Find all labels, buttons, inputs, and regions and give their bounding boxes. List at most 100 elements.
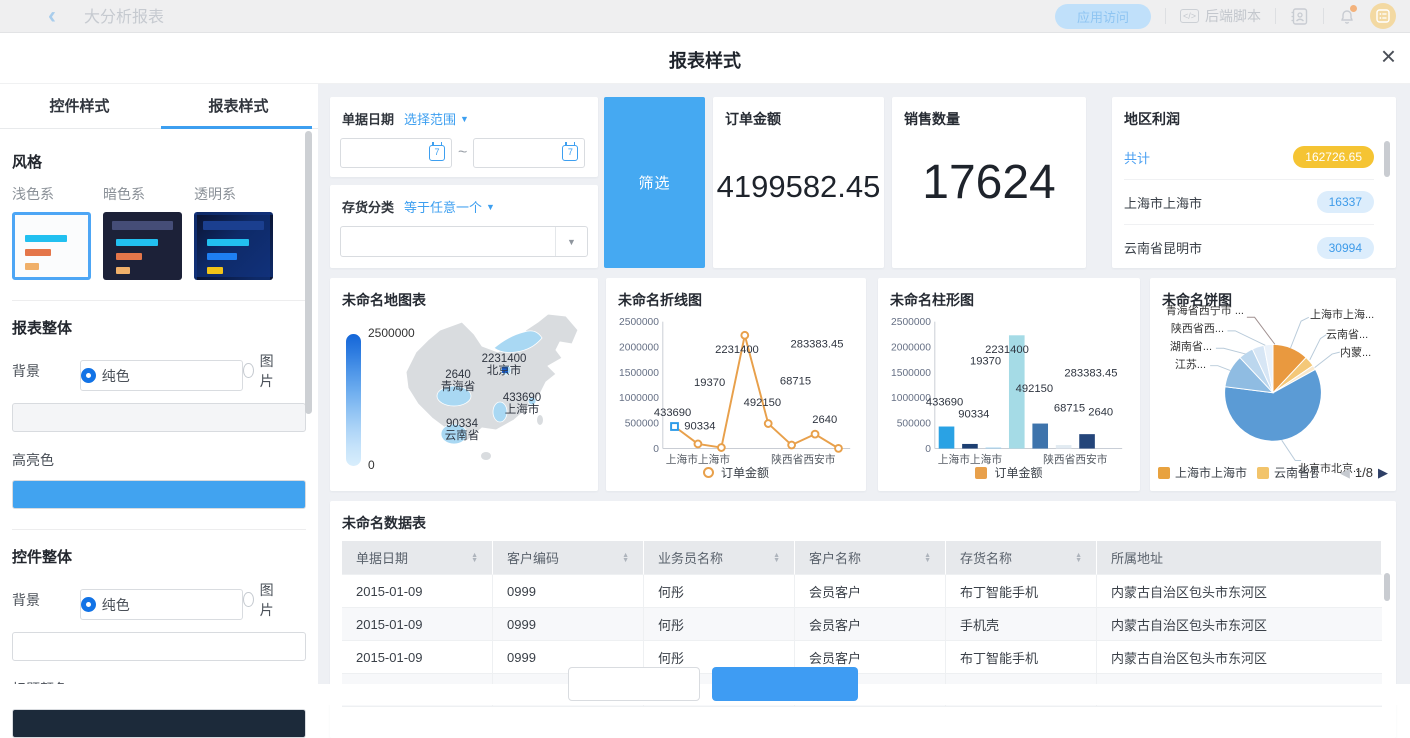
sort-icon[interactable]: ▲▼ bbox=[471, 553, 478, 563]
bar-chart[interactable]: 25000002000000150000010000005000000上海市上海… bbox=[884, 308, 1132, 470]
pie-chart-card: 未命名饼图 青海省西宁市 ... 陕西省西... 湖南省... 江苏... 上海… bbox=[1150, 278, 1396, 491]
legend-label[interactable]: 上海市上海市 bbox=[1175, 464, 1247, 481]
footer-cancel-button[interactable] bbox=[568, 667, 700, 701]
topbar: ‹ 大分析报表 应用访问 </> 后端脚本 bbox=[0, 0, 1410, 33]
legend-label[interactable]: 订单金额 bbox=[994, 464, 1042, 481]
back-icon[interactable]: ‹ bbox=[48, 4, 56, 28]
tab-widget-style[interactable]: 控件样式 bbox=[0, 84, 159, 128]
category-select[interactable]: ▼ bbox=[340, 226, 588, 257]
legend-swatch bbox=[1257, 467, 1269, 479]
svg-text:68715: 68715 bbox=[780, 376, 811, 388]
column-header[interactable]: 存货名称▲▼ bbox=[946, 541, 1097, 575]
report-bg-color-input[interactable] bbox=[12, 403, 306, 432]
tab-report-style[interactable]: 报表样式 bbox=[159, 84, 318, 128]
svg-text:492150: 492150 bbox=[1016, 383, 1053, 395]
region-profit-row[interactable]: 上海市上海市 16337 bbox=[1124, 180, 1374, 225]
region-value-badge: 16337 bbox=[1317, 191, 1374, 213]
region-profit-row[interactable]: 云南省昆明市30994 bbox=[1124, 225, 1374, 270]
svg-text:2500000: 2500000 bbox=[891, 317, 931, 328]
legend-marker bbox=[975, 467, 987, 479]
theme-light-preview[interactable] bbox=[12, 212, 91, 280]
region-list-scrollbar[interactable] bbox=[1384, 141, 1390, 177]
caret-down-icon: ▼ bbox=[486, 202, 495, 212]
sort-icon[interactable]: ▲▼ bbox=[1075, 553, 1082, 563]
pie-callout-yunnan: 云南省... bbox=[1326, 326, 1368, 342]
kpi-value: 4199582.45 bbox=[713, 169, 884, 205]
column-header[interactable]: 客户名称▲▼ bbox=[795, 541, 946, 575]
sort-icon[interactable]: ▲▼ bbox=[773, 553, 780, 563]
column-header[interactable]: 所属地址 bbox=[1097, 541, 1382, 575]
sort-icon[interactable]: ▲▼ bbox=[622, 553, 629, 563]
region-profit-row[interactable]: 共计 162726.65 bbox=[1124, 135, 1374, 180]
avatar[interactable] bbox=[1370, 3, 1396, 29]
highlight-color-input[interactable] bbox=[12, 480, 306, 509]
theme-transparent-preview[interactable] bbox=[194, 212, 273, 280]
svg-text:433690: 433690 bbox=[503, 392, 541, 404]
legend-label[interactable]: 云南省昆明市 bbox=[1274, 464, 1318, 481]
legend-prev-page-icon[interactable]: ◀ bbox=[1340, 465, 1350, 481]
divider bbox=[1165, 8, 1166, 24]
close-icon[interactable]: × bbox=[1381, 43, 1396, 69]
kpi-region-profit-card: 地区利润 共计162726.65上海市上海市16337云南省昆明市30994 bbox=[1112, 97, 1396, 268]
app-access-button[interactable]: 应用访问 bbox=[1055, 4, 1151, 29]
table-row[interactable]: 2015-01-090999何彤会员客户布丁智能手机内蒙古自治区包头市东河区 bbox=[342, 641, 1382, 674]
svg-text:2500000: 2500000 bbox=[619, 317, 659, 328]
date-to-input[interactable]: 7 bbox=[473, 138, 585, 168]
table-scrollbar[interactable] bbox=[1384, 573, 1390, 601]
report-style-modal: 报表样式 × 控件样式 报表样式 风格 浅色系 暗色系 透明系 报表整体 背景 bbox=[0, 33, 1410, 705]
sidebar-scrollbar[interactable] bbox=[305, 131, 312, 414]
backend-script-button[interactable]: </> 后端脚本 bbox=[1180, 6, 1261, 26]
title-color-input[interactable] bbox=[12, 709, 306, 738]
legend-marker bbox=[703, 467, 714, 478]
svg-text:500000: 500000 bbox=[625, 419, 659, 430]
contacts-icon[interactable] bbox=[1290, 7, 1309, 26]
legend-label[interactable]: 订单金额 bbox=[721, 464, 769, 481]
svg-text:90334: 90334 bbox=[958, 408, 989, 420]
report-bg-solid-radio[interactable]: 纯色 bbox=[80, 360, 243, 391]
svg-text:68715: 68715 bbox=[1054, 402, 1085, 414]
report-name-title: 大分析报表 bbox=[82, 0, 224, 34]
svg-text:2000000: 2000000 bbox=[619, 342, 659, 353]
region-value-badge: 162726.65 bbox=[1293, 146, 1374, 168]
notifications-button[interactable] bbox=[1338, 7, 1356, 25]
footer-confirm-button[interactable] bbox=[712, 667, 858, 701]
legend-next-page-icon[interactable]: ▶ bbox=[1378, 465, 1388, 481]
svg-text:90334: 90334 bbox=[684, 420, 715, 432]
svg-text:1000000: 1000000 bbox=[619, 393, 659, 404]
filter-submit-button[interactable]: 筛选 bbox=[604, 97, 705, 268]
region-name: 共计 bbox=[1124, 148, 1150, 167]
svg-text:90334: 90334 bbox=[446, 418, 479, 430]
date-from-input[interactable]: 7 bbox=[340, 138, 452, 168]
svg-text:北京市: 北京市 bbox=[487, 363, 522, 377]
theme-light-label: 浅色系 bbox=[12, 184, 103, 204]
category-operator-dropdown[interactable]: 等于任意一个▼ bbox=[404, 197, 495, 216]
modal-title: 报表样式 bbox=[0, 47, 1410, 73]
calendar-icon[interactable]: 7 bbox=[562, 145, 578, 161]
widget-bg-color-input[interactable] bbox=[12, 632, 306, 661]
widget-bg-solid-radio[interactable]: 纯色 bbox=[80, 589, 243, 620]
sort-icon[interactable]: ▲▼ bbox=[924, 553, 931, 563]
widget-bg-image-radio[interactable]: 图片 bbox=[243, 580, 278, 620]
modal-footer bbox=[0, 684, 1410, 705]
map-visual-legend[interactable] bbox=[346, 334, 361, 466]
svg-text:2231400: 2231400 bbox=[985, 344, 1029, 356]
column-header[interactable]: 业务员名称▲▼ bbox=[644, 541, 795, 575]
calendar-icon[interactable]: 7 bbox=[429, 145, 445, 161]
column-header[interactable]: 单据日期▲▼ bbox=[342, 541, 493, 575]
table-header-row: 单据日期▲▼客户编码▲▼业务员名称▲▼客户名称▲▼存货名称▲▼所属地址 bbox=[342, 541, 1382, 575]
divider bbox=[1323, 8, 1324, 24]
pie-callout-shanghai: 上海市上海... bbox=[1310, 306, 1374, 322]
date-range-operator-dropdown[interactable]: 选择范围▼ bbox=[404, 109, 469, 128]
column-header[interactable]: 客户编码▲▼ bbox=[493, 541, 644, 575]
line-chart[interactable]: 25000002000000150000010000005000000上海市上海… bbox=[612, 308, 860, 470]
table-cell: 会员客户 bbox=[795, 608, 946, 641]
table-row[interactable]: 2015-01-090999何彤会员客户布丁智能手机内蒙古自治区包头市东河区 bbox=[342, 575, 1382, 608]
caret-down-icon: ▼ bbox=[460, 114, 469, 124]
report-bg-image-radio[interactable]: 图片 bbox=[243, 351, 278, 391]
table-cell: 0999 bbox=[493, 575, 644, 608]
theme-dark-preview[interactable] bbox=[103, 212, 182, 280]
table-row[interactable]: 2015-01-090999何彤会员客户手机壳内蒙古自治区包头市东河区 bbox=[342, 608, 1382, 641]
date-filter-card: 单据日期 选择范围▼ 7 ~ 7 bbox=[330, 97, 598, 177]
pie-callout-qinghai: 青海省西宁市 ... bbox=[1150, 302, 1244, 318]
region-name: 上海市上海市 bbox=[1124, 193, 1202, 212]
